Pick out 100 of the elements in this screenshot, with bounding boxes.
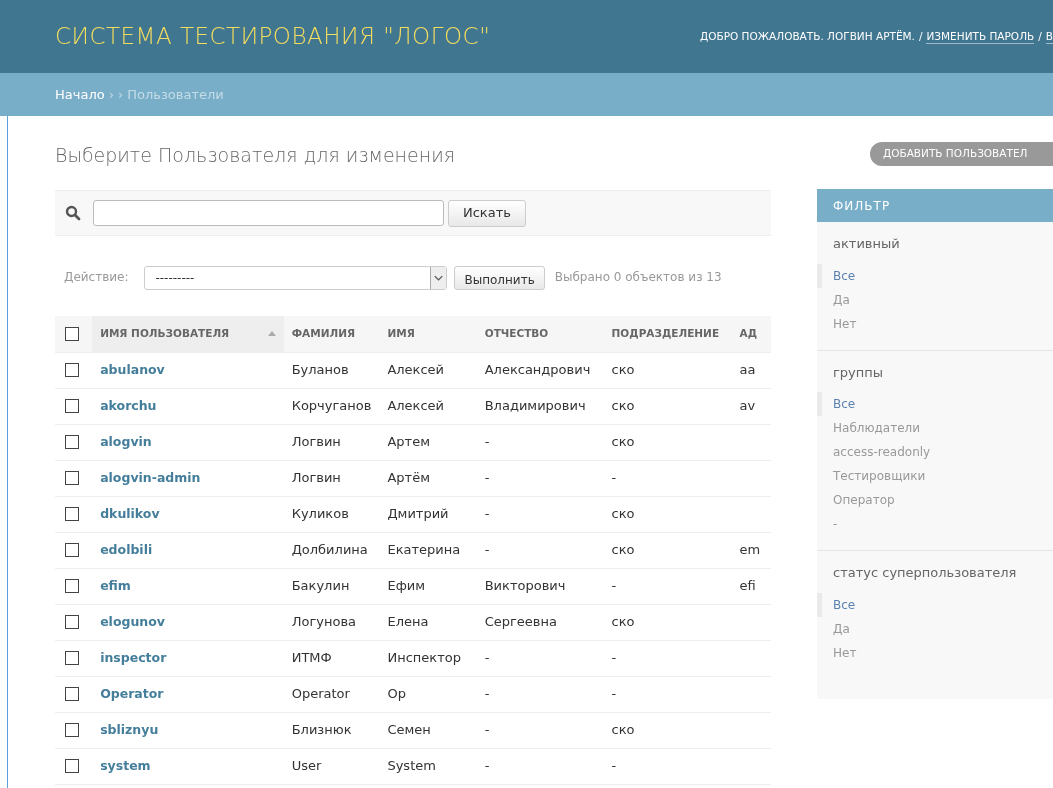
username-link[interactable]: abulanov <box>100 362 165 378</box>
checkbox[interactable] <box>65 723 79 737</box>
checkbox[interactable] <box>65 326 79 341</box>
username-link[interactable]: Operator <box>100 686 164 702</box>
add-user-button[interactable]: ДОБАВИТЬ ПОЛЬЗОВАТЕЛ <box>870 142 1053 166</box>
checkbox[interactable] <box>65 615 79 629</box>
filter-option[interactable]: Все <box>817 392 1053 416</box>
search-button[interactable]: Искать <box>448 199 526 227</box>
table-cell: Владимирович <box>484 398 586 414</box>
breadcrumb-link[interactable]: Начало <box>55 84 105 105</box>
breadcrumb-current: Пользователи <box>127 85 224 104</box>
table-cell: - <box>484 650 490 666</box>
checkbox[interactable] <box>65 507 79 521</box>
username-link[interactable]: alogvin-admin <box>100 470 201 486</box>
separator-text: / <box>1038 28 1042 44</box>
checkbox[interactable] <box>65 363 79 377</box>
checkbox[interactable] <box>65 399 79 413</box>
table-cell: Елена <box>387 614 429 630</box>
table-cell: efi <box>739 578 756 594</box>
username-link[interactable]: inspector <box>100 650 167 666</box>
username-link[interactable]: system <box>100 758 151 774</box>
table-cell: Куликов <box>291 506 349 522</box>
filter-option[interactable]: - <box>817 512 1053 536</box>
table-cell: - <box>611 686 617 702</box>
column-header[interactable]: ИМЯ <box>387 325 415 342</box>
checkbox[interactable] <box>65 579 79 593</box>
run-button[interactable]: Выполнить <box>454 265 545 290</box>
table-cell: Логвин <box>291 470 341 486</box>
filter-section-title: активный <box>832 235 901 253</box>
table-cell: Алексей <box>387 398 445 414</box>
table-cell: - <box>484 722 490 738</box>
table-cell: ИТМФ <box>291 650 332 666</box>
table-cell: em <box>739 542 761 558</box>
table-cell: Буланов <box>291 362 349 378</box>
filter-option[interactable]: Тестировщики <box>817 464 1053 488</box>
table-cell: Ефим <box>387 578 425 594</box>
filter-option[interactable]: Оператор <box>817 488 1053 512</box>
column-header[interactable]: ФАМИЛИЯ <box>291 325 356 342</box>
table-cell: Дмитрий <box>387 506 449 522</box>
table-cell: Логвин <box>291 434 341 450</box>
table-cell: cко <box>611 542 635 558</box>
table-cell: Алексей <box>387 362 445 378</box>
page-title: Выберите Пользователя для изменения <box>55 143 456 168</box>
breadcrumb-separator: › › <box>108 85 124 104</box>
filter-option[interactable]: Наблюдатели <box>817 416 1053 440</box>
table-cell: cко <box>611 722 635 738</box>
header-link[interactable]: В <box>1045 29 1053 44</box>
username-link[interactable]: akorchu <box>100 398 157 414</box>
username-link[interactable]: sbliznyu <box>100 722 159 738</box>
table-cell: Артём <box>387 470 430 486</box>
table-cell: - <box>484 506 490 522</box>
checkbox[interactable] <box>65 543 79 557</box>
filter-option[interactable]: access-readonly <box>817 440 1053 464</box>
table-cell: Семен <box>387 722 431 738</box>
username-link[interactable]: efim <box>100 578 131 594</box>
checkbox[interactable] <box>65 435 79 449</box>
checkbox[interactable] <box>65 687 79 701</box>
header-link[interactable]: ИЗМЕНИТЬ ПАРОЛЬ <box>926 29 1035 44</box>
filter-option[interactable]: Все <box>817 592 1053 617</box>
table-cell: Близнюк <box>291 722 352 738</box>
table-cell: Екатерина <box>387 542 461 558</box>
table-cell: cко <box>611 362 635 378</box>
column-header[interactable]: ОТЧЕСТВО <box>484 325 549 342</box>
table-cell: - <box>484 686 490 702</box>
table-cell: - <box>484 542 490 558</box>
table-cell: cко <box>611 434 635 450</box>
table-cell: Operator <box>291 686 350 702</box>
filter-header: ФИЛЬТР <box>817 189 1053 222</box>
column-header[interactable]: АД <box>739 325 758 342</box>
action-select[interactable]: --------- <box>144 265 448 290</box>
checkbox[interactable] <box>65 471 79 485</box>
filter-section-title: группы <box>832 363 885 382</box>
table-cell: - <box>484 434 490 450</box>
filter-option[interactable]: Все <box>817 263 1053 288</box>
table-cell: av <box>739 398 756 414</box>
username-link[interactable]: elogunov <box>100 614 165 630</box>
checkbox[interactable] <box>65 759 79 773</box>
username-link[interactable]: alogvin <box>100 434 152 450</box>
table-cell: Александрович <box>484 362 591 378</box>
table-cell: cко <box>611 506 635 522</box>
checkbox[interactable] <box>65 651 79 665</box>
table-cell: Бакулин <box>291 578 350 594</box>
filter-section-title: статус суперпользователя <box>832 564 1018 582</box>
table-cell: cко <box>611 614 635 630</box>
table-cell: - <box>484 758 490 774</box>
filter-option[interactable]: Нет <box>817 311 1053 336</box>
column-header[interactable]: ПОДРАЗДЕЛЕНИЕ <box>611 325 720 342</box>
filter-option[interactable]: Да <box>817 287 1053 312</box>
filter-option[interactable]: Нет <box>817 640 1053 665</box>
table-cell: System <box>387 758 436 774</box>
username-link[interactable]: edolbili <box>100 542 153 558</box>
search-icon <box>65 205 81 221</box>
table-cell: aa <box>739 362 756 378</box>
table-cell: cко <box>611 398 635 414</box>
selection-counter: Выбрано 0 объектов из 13 <box>554 270 722 284</box>
search-field[interactable] <box>93 200 444 226</box>
filter-option[interactable]: Да <box>817 616 1053 641</box>
table-cell: Инспектор <box>387 650 461 666</box>
username-link[interactable]: dkulikov <box>100 506 160 522</box>
site-title: СИСТЕМА ТЕСТИРОВАНИЯ "ЛОГОС" <box>55 22 491 52</box>
